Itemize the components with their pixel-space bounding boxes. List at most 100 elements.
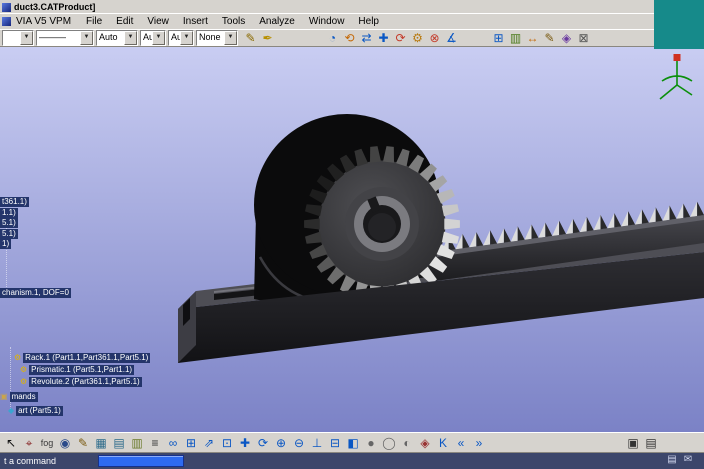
mechanism-gear-icon[interactable]: ⚙ bbox=[409, 30, 426, 46]
status-prompt: t a command bbox=[4, 456, 57, 466]
style-combo-value bbox=[3, 31, 20, 45]
doc-status-icon[interactable]: ▤ bbox=[664, 454, 680, 465]
menu-file[interactable]: File bbox=[79, 15, 109, 28]
specification-tree: t361.1) 1.1) 5.1) 5.1) 1) chanism.1, DOF=0 ⚙ Ra… bbox=[0, 47, 280, 432]
tree-item[interactable]: ⚙ Prismatic.1 (Part5.1,Part1.1) bbox=[20, 365, 135, 375]
menu-analyze[interactable]: Analyze bbox=[252, 15, 302, 28]
menu-view[interactable]: View bbox=[140, 15, 176, 28]
manipulate-icon[interactable]: ✚ bbox=[375, 30, 392, 46]
rotate-icon[interactable]: ⟳ bbox=[254, 434, 272, 452]
rotate-tool-icon[interactable]: ⟳ bbox=[392, 30, 409, 46]
tree-item[interactable]: chanism.1, DOF=0 bbox=[0, 288, 71, 298]
tree-item[interactable]: 5.1) bbox=[0, 218, 18, 228]
monitor-icon[interactable]: ▣ bbox=[624, 434, 642, 452]
layer-combo-value: None bbox=[199, 32, 221, 42]
menu-help[interactable]: Help bbox=[351, 15, 386, 28]
power-input-field[interactable] bbox=[98, 455, 184, 467]
multi-view-icon[interactable]: ⊟ bbox=[326, 434, 344, 452]
line-type-combo[interactable]: ——— ▼ bbox=[36, 30, 94, 46]
desktop-corner bbox=[654, 0, 704, 49]
status-bar: t a command ▤ ✉ bbox=[0, 453, 704, 469]
menu-edit[interactable]: Edit bbox=[109, 15, 140, 28]
chevron-down-icon[interactable]: ▼ bbox=[124, 31, 137, 45]
tree-item-label: chanism.1, DOF=0 bbox=[0, 288, 71, 298]
join-icon[interactable]: ⊞ bbox=[182, 434, 200, 452]
style-combo[interactable]: ▼ bbox=[2, 30, 34, 46]
sketcher-icon[interactable]: ✎ bbox=[74, 434, 92, 452]
list-icon[interactable]: ≡ bbox=[146, 434, 164, 452]
distance-icon[interactable]: ↔ bbox=[524, 30, 541, 46]
select-icon[interactable]: ↖ bbox=[2, 434, 20, 452]
layer-combo[interactable]: None ▼ bbox=[196, 30, 238, 46]
render-style-combo[interactable]: Aut▼ bbox=[168, 30, 194, 46]
shuttle-icon[interactable]: ⇄ bbox=[358, 30, 375, 46]
tree-item-label: art (Part5.1) bbox=[16, 406, 63, 416]
table-icon[interactable]: ▤ bbox=[110, 434, 128, 452]
normal-view-icon[interactable]: ⊥ bbox=[308, 434, 326, 452]
render-style-combo-value: Aut bbox=[171, 32, 180, 42]
joint-icon: ⚙ bbox=[20, 377, 28, 386]
forward-icon[interactable]: » bbox=[470, 434, 488, 452]
sheet-icon[interactable]: ▥ bbox=[128, 434, 146, 452]
display-icon[interactable]: ▤ bbox=[642, 434, 660, 452]
zoom-out-icon[interactable]: ⊖ bbox=[290, 434, 308, 452]
compass[interactable] bbox=[654, 51, 700, 109]
chevron-down-icon[interactable]: ▼ bbox=[152, 31, 165, 45]
compass-icon[interactable]: ◈ bbox=[416, 434, 434, 452]
grid-icon[interactable]: ▦ bbox=[92, 434, 110, 452]
folder-icon: ▣ bbox=[0, 392, 8, 401]
hidden-line-icon[interactable]: ◐ bbox=[398, 434, 416, 452]
wireframe-icon[interactable]: ◯ bbox=[380, 434, 398, 452]
tree-item[interactable]: 1) bbox=[0, 239, 12, 249]
mail-status-icon[interactable]: ✉ bbox=[680, 454, 696, 465]
tools-icon[interactable]: ⊠ bbox=[575, 30, 592, 46]
clash-icon[interactable]: ⊗ bbox=[426, 30, 443, 46]
menu-window[interactable]: Window bbox=[302, 15, 352, 28]
fit-all-icon[interactable]: ⊡ bbox=[218, 434, 236, 452]
chevron-down-icon[interactable]: ▼ bbox=[20, 31, 33, 45]
tree-item[interactable]: 1.1) bbox=[0, 207, 18, 218]
doc-icon bbox=[2, 17, 11, 26]
tree-item[interactable]: 5.1) bbox=[0, 228, 18, 239]
menu-tools[interactable]: Tools bbox=[215, 15, 252, 28]
tree-item[interactable]: ⚙ Rack.1 (Part1.1,Part361.1,Part5.1) bbox=[14, 353, 151, 363]
tree-item[interactable]: t361.1) bbox=[0, 197, 29, 207]
section-icon[interactable]: ▥ bbox=[507, 30, 524, 46]
tree-item[interactable]: ▣ mands bbox=[0, 392, 38, 402]
simulation-icon[interactable]: ◔ bbox=[324, 30, 341, 46]
link-icon[interactable]: ∞ bbox=[164, 434, 182, 452]
sketch-icon[interactable]: ✎ bbox=[242, 30, 259, 46]
frame-icon[interactable]: ⊞ bbox=[490, 30, 507, 46]
chevron-down-icon[interactable]: ▼ bbox=[180, 31, 193, 45]
target-icon[interactable]: ⌖ bbox=[20, 434, 38, 452]
measure-icon[interactable]: ∡ bbox=[443, 30, 460, 46]
chevron-down-icon[interactable]: ▼ bbox=[80, 31, 93, 45]
tree-item-label: 5.1) bbox=[0, 218, 18, 228]
point-type-combo[interactable]: Aut▼ bbox=[140, 30, 166, 46]
half-shade-icon[interactable]: ◧ bbox=[344, 434, 362, 452]
menu-insert[interactable]: Insert bbox=[176, 15, 215, 28]
edit-icon-group: ✎ ✒ bbox=[242, 30, 276, 46]
tree-item-label: mands bbox=[9, 392, 38, 402]
view-eye-icon[interactable]: ◉ bbox=[56, 434, 74, 452]
line-weight-combo-value: Auto bbox=[99, 32, 118, 42]
fly-icon[interactable]: ⇗ bbox=[200, 434, 218, 452]
fog-icon[interactable]: fog bbox=[38, 434, 56, 452]
paint-icon[interactable]: ✒ bbox=[259, 30, 276, 46]
point-type-combo-value: Aut bbox=[143, 32, 152, 42]
knowledge-icon[interactable]: K bbox=[434, 434, 452, 452]
zoom-in-icon[interactable]: ⊕ bbox=[272, 434, 290, 452]
annotation-icon[interactable]: ✎ bbox=[541, 30, 558, 46]
shaded-icon[interactable]: ● bbox=[362, 434, 380, 452]
replay-icon[interactable]: ⟲ bbox=[341, 30, 358, 46]
back-icon[interactable]: « bbox=[452, 434, 470, 452]
compass-handle[interactable] bbox=[673, 54, 681, 61]
swap-view-icon[interactable]: ◈ bbox=[558, 30, 575, 46]
window-title: duct3.CATProduct] bbox=[14, 1, 96, 12]
tree-item[interactable]: ◆ art (Part5.1) bbox=[8, 406, 63, 416]
tree-item[interactable]: ⚙ Revolute.2 (Part361.1,Part5.1) bbox=[20, 377, 142, 387]
line-weight-combo[interactable]: Auto ▼ bbox=[96, 30, 138, 46]
chevron-down-icon[interactable]: ▼ bbox=[224, 31, 237, 45]
pan-icon[interactable]: ✚ bbox=[236, 434, 254, 452]
brand-text: VIA V5 VPM bbox=[16, 15, 72, 27]
